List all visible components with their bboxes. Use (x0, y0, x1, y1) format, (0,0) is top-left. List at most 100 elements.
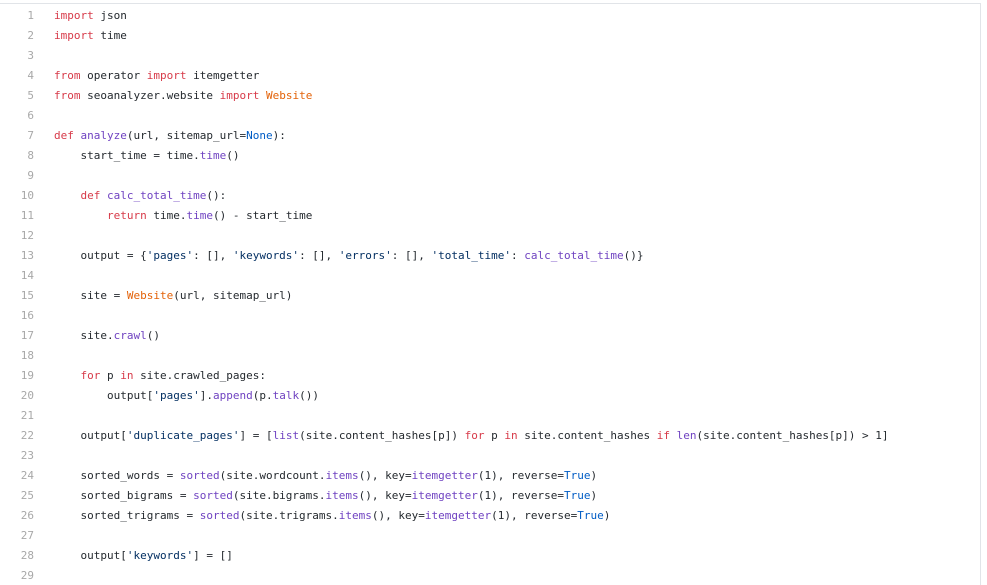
code-line: 21 (0, 405, 980, 425)
line-number[interactable]: 2 (0, 29, 42, 42)
line-code: output['pages'].append(p.talk()) (42, 389, 980, 402)
line-number[interactable]: 6 (0, 109, 42, 122)
line-number[interactable]: 24 (0, 469, 42, 482)
code-token: operator (80, 68, 147, 82)
line-number[interactable]: 28 (0, 549, 42, 562)
line-number[interactable]: 26 (0, 509, 42, 522)
line-number[interactable]: 10 (0, 189, 42, 202)
code-line: 2 import time (0, 25, 980, 45)
code-token: ]. (199, 388, 213, 402)
line-number[interactable]: 17 (0, 329, 42, 342)
code-token: None (246, 128, 273, 142)
line-number[interactable]: 1 (0, 9, 42, 22)
line-number[interactable]: 8 (0, 149, 42, 162)
line-number[interactable]: 20 (0, 389, 42, 402)
code-line: 12 (0, 225, 980, 245)
code-token: import (54, 28, 94, 42)
code-line: 20 output['pages'].append(p.talk()) (0, 385, 980, 405)
line-number[interactable]: 5 (0, 89, 42, 102)
code-token: : [], (299, 248, 339, 262)
line-number[interactable]: 13 (0, 249, 42, 262)
code-token: itemgetter (411, 468, 478, 482)
line-number[interactable]: 12 (0, 229, 42, 242)
code-token: in (120, 368, 134, 382)
line-number[interactable]: 7 (0, 129, 42, 142)
line-number[interactable]: 19 (0, 369, 42, 382)
code-token: sorted_bigrams = (54, 488, 194, 502)
line-number[interactable]: 9 (0, 169, 42, 182)
code-token: ) (590, 468, 598, 482)
line-code: return time.time() - start_time (42, 209, 980, 222)
code-token: True (563, 488, 591, 502)
code-token: itemgetter (186, 68, 260, 82)
code-line: 26 sorted_trigrams = sorted(site.trigram… (0, 505, 980, 525)
line-code: for p in site.crawled_pages: (42, 369, 980, 382)
code-token: (site.content_hashes[p]) (299, 428, 465, 442)
code-token: site = (54, 288, 127, 302)
code-token: p (100, 368, 121, 382)
code-token: start_time = time. (54, 148, 200, 162)
code-token: (url, sitemap_url= (126, 128, 247, 142)
line-number[interactable]: 16 (0, 309, 42, 322)
code-line: 22 output['duplicate_pages'] = [list(sit… (0, 425, 980, 445)
line-code: import time (42, 29, 980, 42)
line-number[interactable]: 22 (0, 429, 42, 442)
code-line: 16 (0, 305, 980, 325)
code-lines: 1 import json 2 import time 3 4 from operator … (0, 5, 980, 585)
code-token: for (80, 368, 101, 382)
line-number[interactable]: 25 (0, 489, 42, 502)
code-token: ] = [ (239, 428, 273, 442)
code-token: for (464, 428, 485, 442)
line-number[interactable]: 14 (0, 269, 42, 282)
code-line: 13 output = {'pages': [], 'keywords': []… (0, 245, 980, 265)
line-number[interactable]: 29 (0, 569, 42, 582)
code-token: analyze (80, 128, 127, 142)
code-line: 7 def analyze(url, sitemap_url=None): (0, 125, 980, 145)
code-token: 'pages' (146, 248, 194, 262)
code-token: import (54, 8, 94, 22)
code-token: 'total_time' (431, 248, 512, 262)
line-number[interactable]: 11 (0, 209, 42, 222)
line-code: def calc_total_time(): (42, 189, 980, 202)
code-line: 6 (0, 105, 980, 125)
line-number[interactable]: 15 (0, 289, 42, 302)
line-number[interactable]: 27 (0, 529, 42, 542)
code-line: 28 output['keywords'] = [] (0, 545, 980, 565)
code-token: ) (603, 508, 611, 522)
line-code: sorted_bigrams = sorted(site.bigrams.ite… (42, 489, 980, 502)
code-line: 29 (0, 565, 980, 585)
code-token: ] = [] (193, 548, 233, 562)
line-number[interactable]: 18 (0, 349, 42, 362)
line-number[interactable]: 21 (0, 409, 42, 422)
code-token: site.content_hashes (517, 428, 657, 442)
code-token: 'keywords' (126, 548, 194, 562)
code-token: (): (206, 188, 227, 202)
code-token: : [], (391, 248, 432, 262)
code-token: talk (272, 388, 300, 402)
line-number[interactable]: 4 (0, 69, 42, 82)
code-line: 25 sorted_bigrams = sorted(site.bigrams.… (0, 485, 980, 505)
code-token: crawl (113, 328, 147, 342)
code-token: seoanalyzer.website (80, 88, 220, 102)
line-code: site = Website(url, sitemap_url) (42, 289, 980, 302)
code-line: 15 site = Website(url, sitemap_url) (0, 285, 980, 305)
code-token: output[ (54, 428, 127, 442)
code-token: (1), reverse= (491, 508, 578, 522)
line-number[interactable]: 23 (0, 449, 42, 462)
code-token: import (219, 88, 260, 102)
line-number[interactable]: 3 (0, 49, 42, 62)
code-token: def (54, 128, 74, 142)
code-token: len (676, 428, 697, 442)
line-code: import json (42, 9, 980, 22)
code-token: (site.bigrams. (232, 488, 326, 502)
code-line: 4 from operator import itemgetter (0, 65, 980, 85)
code-token: (p. (252, 388, 273, 402)
code-token: 'duplicate_pages' (126, 428, 240, 442)
code-token: (site.wordcount. (219, 468, 326, 482)
code-line: 18 (0, 345, 980, 365)
code-token: ) (590, 488, 598, 502)
